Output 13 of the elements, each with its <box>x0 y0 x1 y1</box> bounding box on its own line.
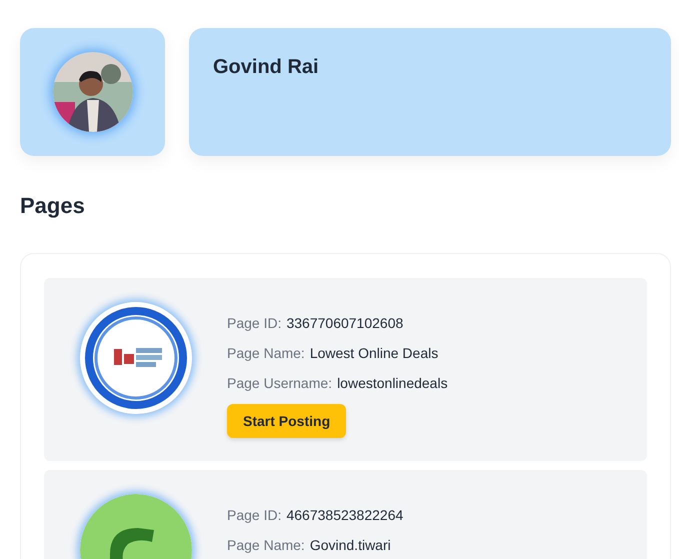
field-value: 336770607102608 <box>286 314 404 333</box>
field-label: Page Username: <box>227 374 332 393</box>
field-label: Page Name: <box>227 536 305 555</box>
field-label: Page Name: <box>227 344 305 363</box>
field-value: 466738523822264 <box>286 506 404 525</box>
field-value: Lowest Online Deals <box>310 344 438 363</box>
field-value: Govind.tiwari <box>310 536 391 555</box>
field-label: Page ID: <box>227 314 282 333</box>
field-label: Page ID: <box>227 506 282 525</box>
start-posting-button[interactable]: Start Posting <box>227 404 346 438</box>
field-value: lowestonlinedeals <box>337 374 448 393</box>
section-title: Pages <box>20 193 86 219</box>
profile-name: Govind Rai <box>213 56 319 78</box>
